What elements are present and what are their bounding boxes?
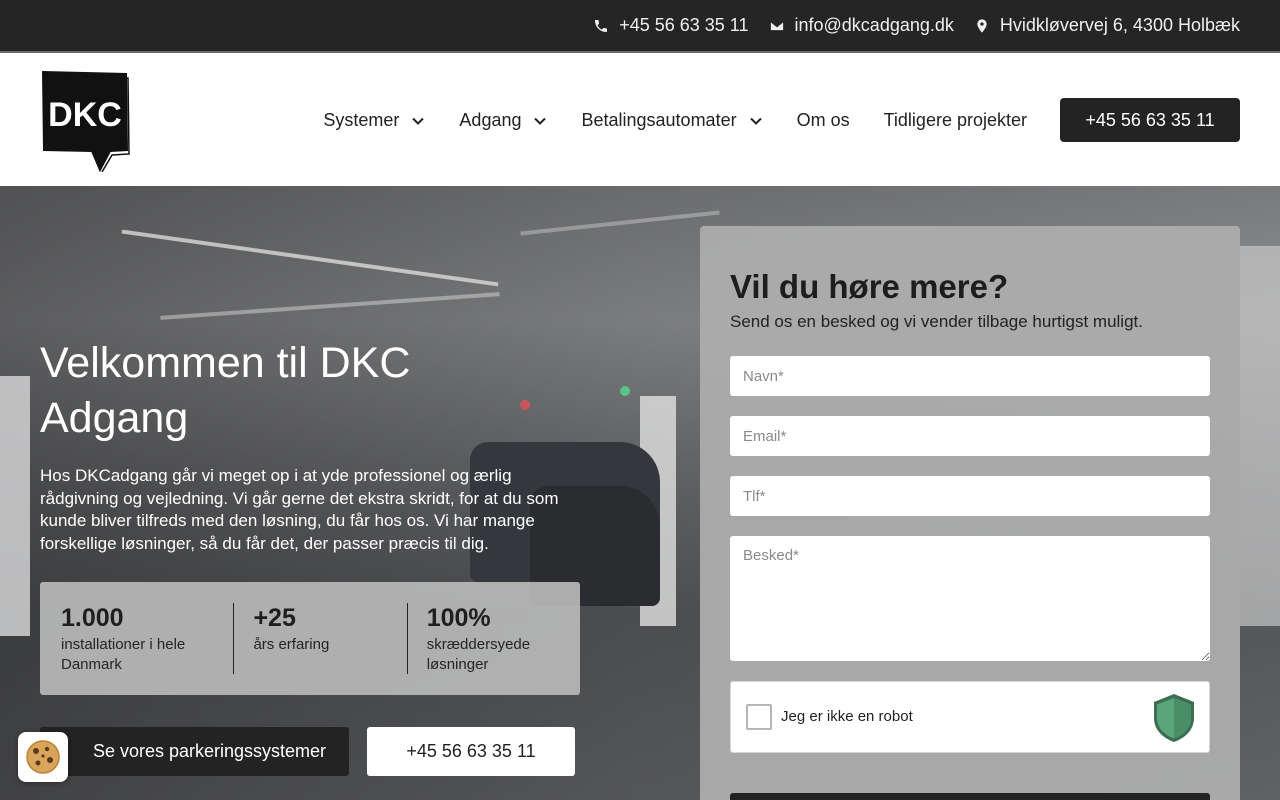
cookie-icon bbox=[26, 740, 60, 774]
name-field[interactable] bbox=[730, 356, 1210, 396]
top-contact-bar: +45 56 63 35 11 info@dkcadgang.dk Hvidkl… bbox=[0, 0, 1280, 53]
form-subtitle: Send os en besked og vi vender tilbage h… bbox=[730, 312, 1143, 331]
chevron-down-icon bbox=[749, 117, 762, 125]
nav-item-betalingsautomater[interactable]: Betalingsautomater bbox=[581, 110, 762, 131]
nav-label: Betalingsautomater bbox=[581, 110, 737, 130]
form-title: Vil du høre mere? bbox=[730, 268, 1009, 305]
email-field[interactable] bbox=[730, 416, 1210, 456]
topbar-email[interactable]: info@dkcadgang.dk bbox=[769, 15, 954, 36]
captcha-label: Jeg er ikke en robot bbox=[781, 708, 913, 725]
submit-button[interactable] bbox=[730, 793, 1210, 800]
topbar-address-text: Hvidkløvervej 6, 4300 Holbæk bbox=[999, 15, 1240, 35]
stat-item: 1.000 installationer i hele Danmark bbox=[61, 603, 233, 674]
stat-value: 100% bbox=[426, 604, 491, 632]
hero-phone-button[interactable]: +45 56 63 35 11 bbox=[367, 727, 575, 776]
topbar-email-text: info@dkcadgang.dk bbox=[794, 15, 954, 35]
header-phone-button[interactable]: +45 56 63 35 11 bbox=[1060, 98, 1240, 142]
stat-value: 1.000 bbox=[61, 604, 124, 632]
nav-item-adgang[interactable]: Adgang bbox=[459, 110, 547, 131]
main-nav: Systemer Adgang Betalingsautomater Om os… bbox=[323, 55, 1027, 186]
hero-description: Hos DKCadgang går vi meget op i at yde p… bbox=[40, 466, 559, 553]
nav-label: Adgang bbox=[459, 110, 522, 130]
hero-section: Velkommen til DKC Adgang Hos DKCadgang g… bbox=[0, 186, 1280, 800]
nav-item-tidligere-projekter[interactable]: Tidligere projekter bbox=[884, 110, 1027, 131]
shield-icon bbox=[1154, 694, 1194, 742]
stat-label: installationer i hele Danmark bbox=[61, 636, 186, 673]
chevron-down-icon bbox=[412, 117, 425, 125]
site-header: DKC Systemer Adgang Betalingsautomater O… bbox=[0, 55, 1280, 186]
topbar-phone-text: +45 56 63 35 11 bbox=[619, 15, 749, 35]
dkc-logo[interactable]: DKC bbox=[40, 70, 130, 172]
cookie-settings-button[interactable] bbox=[18, 732, 68, 782]
parking-systems-button[interactable]: Se vores parkeringssystemer bbox=[40, 727, 349, 776]
phone-field[interactable] bbox=[730, 476, 1210, 516]
logo-text: DKC bbox=[48, 96, 122, 134]
hero-title: Velkommen til DKC Adgang bbox=[40, 339, 411, 442]
contact-form: Vil du høre mere? Send os en besked og v… bbox=[700, 226, 1240, 800]
stat-item: 100% skræddersyede løsninger bbox=[406, 603, 580, 674]
topbar-phone[interactable]: +45 56 63 35 11 bbox=[593, 15, 749, 36]
stat-item: +25 års erfaring bbox=[233, 603, 406, 674]
mail-icon bbox=[769, 20, 784, 31]
nav-label: Systemer bbox=[323, 110, 400, 130]
phone-icon bbox=[595, 19, 608, 32]
stat-value: +25 bbox=[253, 604, 296, 632]
captcha-widget: Jeg er ikke en robot bbox=[730, 681, 1210, 753]
captcha-checkbox[interactable] bbox=[746, 704, 772, 730]
stats-box: 1.000 installationer i hele Danmark +25 … bbox=[40, 582, 580, 695]
stat-label: skræddersyede løsninger bbox=[426, 636, 531, 673]
topbar-address: Hvidkløvervej 6, 4300 Holbæk bbox=[974, 15, 1240, 36]
stat-label: års erfaring bbox=[253, 636, 330, 653]
map-pin-icon bbox=[977, 18, 987, 33]
chevron-down-icon bbox=[534, 117, 547, 125]
nav-item-om-os[interactable]: Om os bbox=[797, 110, 850, 131]
nav-label: Om os bbox=[796, 110, 850, 130]
nav-item-systemer[interactable]: Systemer bbox=[323, 110, 425, 131]
message-field[interactable] bbox=[730, 536, 1210, 661]
nav-label: Tidligere projekter bbox=[883, 110, 1027, 130]
